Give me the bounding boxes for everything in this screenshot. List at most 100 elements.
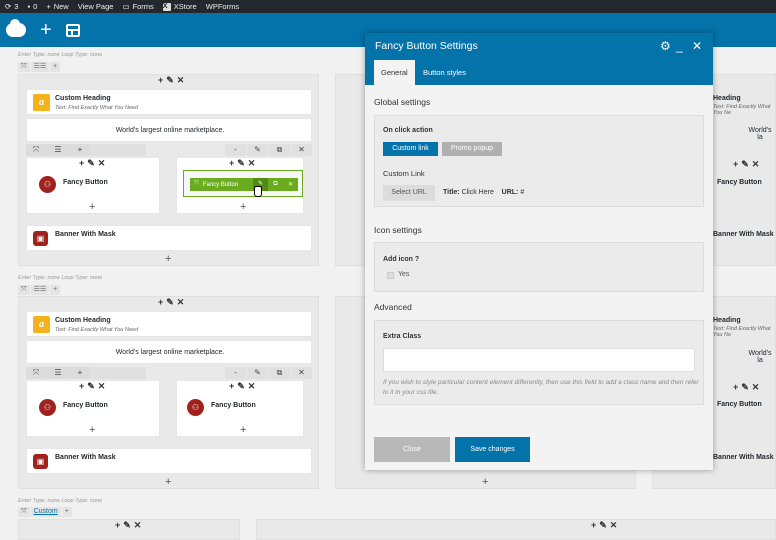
pointer-cursor-icon xyxy=(254,186,262,197)
inner-column: +✎✕ ⚇ Fancy Button + xyxy=(26,157,160,214)
column-tools[interactable]: +✎✕ xyxy=(79,158,108,169)
column-tools[interactable]: +✎✕ xyxy=(229,381,258,392)
forms-icon: ▭ xyxy=(122,2,130,11)
banner-element[interactable]: ▣ Banner With Mask xyxy=(26,225,312,251)
row-controls: ⤧ Custom + xyxy=(18,507,72,517)
promo-popup-button[interactable]: Promo popup xyxy=(442,142,502,156)
add-element-icon[interactable]: + xyxy=(482,476,488,488)
extra-class-input[interactable] xyxy=(383,348,695,372)
updates-item[interactable]: ⟳ 3 xyxy=(5,2,18,11)
heading-icon: a xyxy=(33,316,50,333)
add-element-icon[interactable]: + xyxy=(240,424,246,436)
inner-row-bar: ⤧ ☰ + xyxy=(26,367,146,379)
add-element-icon[interactable]: + xyxy=(89,201,95,213)
add-element-icon[interactable]: + xyxy=(240,201,246,213)
column-2: +✎✕ xyxy=(256,519,776,540)
move-icon[interactable]: ⤧ xyxy=(18,62,30,72)
new-item[interactable]: + New xyxy=(46,2,68,11)
row-label: Enter Type: none Loop Type: none xyxy=(18,52,103,58)
column-tools[interactable]: +✎✕ xyxy=(733,382,762,393)
custom-heading-element[interactable]: a Custom Heading Text: Find Exactly What… xyxy=(26,89,312,115)
gear-icon[interactable]: ⚙ xyxy=(660,39,671,53)
inner-column: +✎✕ ⚇ Fancy Button + xyxy=(26,380,160,437)
tab-button-styles[interactable]: Button styles xyxy=(416,60,473,85)
add-icon[interactable]: + xyxy=(50,285,61,295)
xstore-icon: X xyxy=(162,2,171,11)
row-controls: ⤧ ☰☰ + xyxy=(18,285,61,295)
move-icon[interactable]: ⤧ xyxy=(18,285,30,295)
column-tools[interactable]: +✎✕ xyxy=(591,520,620,531)
modal-title: Fancy Button Settings xyxy=(375,40,478,52)
column-tools[interactable]: +✎✕ xyxy=(733,159,762,170)
add-icon[interactable]: + xyxy=(50,62,61,72)
fancy-button-icon: ⚇ xyxy=(39,176,56,193)
delete-icon[interactable]: ✕ xyxy=(291,144,312,156)
collapse-icon[interactable]: - xyxy=(225,144,246,156)
add-element-icon[interactable]: + xyxy=(40,20,52,40)
forms-item[interactable]: ▭ Forms xyxy=(122,2,153,11)
fancy-button-icon: ⚇ xyxy=(187,399,204,416)
add-element-icon[interactable]: + xyxy=(165,476,171,488)
column-1: +✎✕ xyxy=(18,519,240,540)
move-icon[interactable]: ⤧ xyxy=(26,367,46,379)
edit-icon[interactable]: ✎ xyxy=(247,367,268,379)
xstore-item[interactable]: X XStore xyxy=(162,2,197,11)
add-element-icon[interactable]: + xyxy=(89,424,95,436)
row-label: Enter Type: none Loop Type: none xyxy=(18,275,103,281)
clone-icon[interactable]: ⧉ xyxy=(269,367,290,379)
add-icon[interactable]: + xyxy=(70,144,90,156)
custom-heading-element[interactable]: a Custom Heading Text: Find Exactly What… xyxy=(26,311,312,337)
banner-icon: ▣ xyxy=(33,454,48,469)
tab-general[interactable]: General xyxy=(374,60,415,85)
save-changes-button[interactable]: Save changes xyxy=(455,437,530,462)
view-page-link[interactable]: View Page xyxy=(78,2,114,11)
close-button[interactable]: Close xyxy=(374,437,450,462)
layout-icon[interactable]: ☰☰ xyxy=(30,62,50,72)
delete-icon[interactable]: ✕ xyxy=(291,367,312,379)
clone-icon[interactable]: ⧉ xyxy=(269,144,290,156)
column-tools[interactable]: +✎✕ xyxy=(229,158,258,169)
column-tools[interactable]: +✎✕ xyxy=(158,75,187,86)
move-icon[interactable]: ⤧ xyxy=(26,144,46,156)
move-icon[interactable]: ⤧ xyxy=(18,507,30,517)
move-icon[interactable]: ⤧ xyxy=(190,181,203,188)
text-element[interactable]: World's largest online marketplace. xyxy=(26,118,312,142)
custom-button[interactable]: Custom xyxy=(30,507,61,517)
comments-item[interactable]: ▪ 0 xyxy=(27,2,37,11)
clone-icon[interactable]: ⧉ xyxy=(268,181,283,188)
link-summary: Title: Click Here URL: # xyxy=(443,189,525,196)
extra-class-help: If you wish to style particular content … xyxy=(383,379,699,396)
modal-footer: Close Save changes xyxy=(365,425,713,470)
advanced-panel: Extra Class If you wish to style particu… xyxy=(374,320,704,405)
layout-icon[interactable]: ☰☰ xyxy=(30,285,50,295)
text-element[interactable]: World's largest online marketplace. xyxy=(26,340,312,364)
add-icon-checkbox[interactable] xyxy=(387,272,394,279)
row-controls: ⤧ ☰☰ + xyxy=(18,62,61,72)
global-settings-heading: Global settings xyxy=(374,97,431,107)
edit-icon[interactable]: ✎ xyxy=(247,144,268,156)
column-tools[interactable]: +✎✕ xyxy=(158,297,187,308)
inner-row-actions: - ✎ ⧉ ✕ xyxy=(225,144,312,156)
banner-element[interactable]: ▣ Banner With Mask xyxy=(26,448,312,474)
delete-icon[interactable]: ✕ xyxy=(283,181,298,188)
select-url-button[interactable]: Select URL xyxy=(383,185,435,201)
layout-icon[interactable]: ☰ xyxy=(47,144,69,156)
wp-admin-bar: ⟳ 3 ▪ 0 + New View Page ▭ Forms X XStore WPF… xyxy=(0,0,776,13)
column-tools[interactable]: +✎✕ xyxy=(115,520,144,531)
logo-cloud-icon[interactable] xyxy=(6,19,26,37)
row-label: Enter Type: none Loop Type: none xyxy=(18,498,103,504)
custom-link-button[interactable]: Custom link xyxy=(383,142,438,156)
add-element-icon[interactable]: + xyxy=(165,253,171,265)
add-icon[interactable]: + xyxy=(70,367,90,379)
inner-row-actions: - ✎ ⧉ ✕ xyxy=(225,367,312,379)
column-tools[interactable]: +✎✕ xyxy=(79,381,108,392)
column-1: +✎✕ a Custom Heading Text: Find Exactly … xyxy=(18,296,319,489)
minimize-icon[interactable]: _ xyxy=(676,39,683,53)
templates-icon[interactable] xyxy=(65,23,80,37)
close-icon[interactable]: ✕ xyxy=(692,39,702,53)
layout-icon[interactable]: ☰ xyxy=(47,367,69,379)
wpforms-item[interactable]: WPForms xyxy=(206,2,239,11)
collapse-icon[interactable]: - xyxy=(225,367,246,379)
hovered-element: ⤧ Fancy Button ✎ ⧉ ✕ xyxy=(183,170,303,197)
add-icon[interactable]: + xyxy=(61,507,72,517)
